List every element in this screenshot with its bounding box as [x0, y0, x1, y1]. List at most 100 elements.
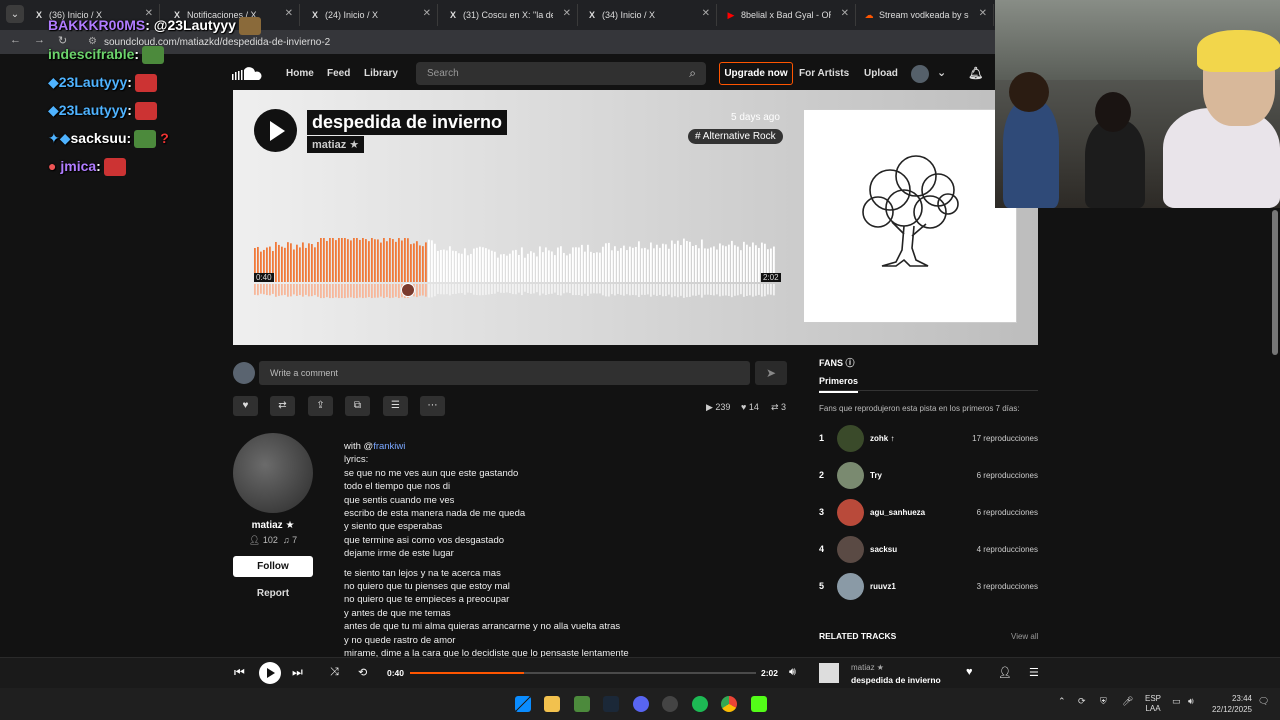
soundcloud-logo-icon[interactable]	[232, 66, 264, 82]
waveform[interactable]	[254, 237, 776, 299]
info-icon[interactable]: ⓘ	[846, 358, 855, 368]
clock[interactable]: 23:44 22/12/2025	[1208, 693, 1252, 715]
fan-row[interactable]: 2 Try 6 reproducciones	[819, 461, 1038, 489]
nav-library[interactable]: Library	[364, 68, 398, 79]
nav-upload[interactable]: Upload	[864, 68, 898, 79]
shuffle-icon[interactable]: ⤨	[330, 666, 339, 679]
fan-name[interactable]: ruuvz1	[870, 582, 896, 591]
player-play-button[interactable]	[259, 662, 281, 684]
waveform-reflection-bar	[572, 284, 574, 296]
browser-tab[interactable]: X (31) Coscu en X: "la de so ✕	[442, 4, 578, 26]
tab-search-button[interactable]: ⌄	[6, 5, 24, 23]
copy-link-button[interactable]: ⧉	[345, 396, 370, 416]
fan-avatar[interactable]	[837, 499, 864, 526]
nav-for-artists[interactable]: For Artists	[799, 68, 849, 79]
speaker-icon[interactable]: 🔊︎	[1188, 696, 1194, 707]
browser-tab[interactable]: X (24) Inicio / X ✕	[304, 4, 438, 26]
artist-name[interactable]: matiaz ★	[233, 520, 313, 531]
microphone-icon[interactable]: 🎤︎	[1122, 696, 1133, 707]
fan-avatar[interactable]	[837, 462, 864, 489]
follow-button[interactable]: Follow	[233, 556, 313, 577]
comment-avatar[interactable]	[401, 283, 415, 297]
play-button[interactable]	[254, 109, 297, 152]
file-explorer-icon[interactable]	[544, 696, 560, 712]
close-icon[interactable]: ✕	[423, 8, 431, 19]
shield-icon[interactable]: ⛨	[1100, 696, 1107, 707]
previous-icon[interactable]: ⏮︎	[234, 665, 245, 680]
fan-name[interactable]: agu_sanhueza	[870, 508, 925, 517]
waveform-bar	[377, 239, 379, 282]
close-icon[interactable]: ✕	[285, 8, 293, 19]
browser-tab[interactable]: ☁ Stream vodkeada by sol ✕	[858, 4, 994, 26]
steam-icon[interactable]	[603, 696, 619, 712]
artist-avatar[interactable]	[233, 433, 313, 513]
chevron-up-icon[interactable]: ⌃	[1058, 696, 1066, 707]
search-icon[interactable]: ⌕	[689, 66, 696, 81]
search-input[interactable]: Search ⌕	[416, 62, 706, 85]
progress-bar[interactable]	[410, 672, 756, 674]
app-icon[interactable]	[574, 696, 590, 712]
like-button[interactable]: ♥	[233, 396, 258, 416]
repeat-icon[interactable]: ⟲	[358, 666, 367, 679]
next-icon[interactable]: ⏭︎	[292, 665, 303, 680]
nav-feed[interactable]: Feed	[327, 68, 350, 79]
queue-icon[interactable]: ☰	[1029, 666, 1039, 679]
collaborator-link[interactable]: frankiwi	[373, 441, 405, 452]
kick-icon[interactable]	[751, 696, 767, 712]
fan-avatar[interactable]	[837, 425, 864, 452]
report-button[interactable]: Report	[233, 588, 313, 599]
waveform-bar	[389, 238, 391, 282]
repost-button[interactable]: ⇄	[270, 396, 295, 416]
fan-row[interactable]: 1 zohk ↑ 17 reproducciones	[819, 424, 1038, 452]
windows-start-icon[interactable]	[515, 696, 531, 712]
add-to-playlist-button[interactable]: ☰	[383, 396, 408, 416]
fan-name[interactable]: sacksu	[870, 545, 897, 554]
chrome-icon[interactable]	[721, 696, 737, 712]
chevron-down-icon[interactable]: ⌄	[937, 66, 946, 79]
player-thumbnail[interactable]	[819, 663, 839, 683]
spotify-icon[interactable]	[692, 696, 708, 712]
waveform-reflection-bar	[497, 284, 499, 292]
discord-icon[interactable]	[633, 696, 649, 712]
view-all-link[interactable]: View all	[1011, 632, 1038, 641]
page-scrollbar[interactable]	[1272, 210, 1278, 355]
close-icon[interactable]: ✕	[841, 8, 849, 19]
clock-date: 22/12/2025	[1211, 705, 1252, 714]
user-avatar[interactable]	[911, 65, 929, 83]
forward-icon[interactable]: →	[34, 34, 45, 46]
sync-icon[interactable]: ⟳	[1078, 696, 1086, 707]
upgrade-button[interactable]: Upgrade now	[719, 62, 793, 85]
more-button[interactable]: ⋯	[420, 396, 445, 416]
nav-home[interactable]: Home	[286, 68, 314, 79]
browser-tab[interactable]: X (34) Inicio / X ✕	[581, 4, 717, 26]
fan-name[interactable]: Try	[870, 471, 882, 480]
comment-input[interactable]: Write a comment	[259, 361, 750, 385]
fan-avatar[interactable]	[837, 536, 864, 563]
close-icon[interactable]: ✕	[563, 8, 571, 19]
waveform-reflection-bar	[449, 284, 451, 296]
send-icon[interactable]: ➤	[755, 361, 787, 385]
language-indicator[interactable]: ESP LAA	[1145, 694, 1161, 714]
notifications-icon[interactable]: 🔔︎	[968, 66, 983, 80]
browser-tab[interactable]: ▶ 8belial x Bad Gyal - ORIL ✕	[720, 4, 856, 26]
share-button[interactable]: ⇪	[308, 396, 333, 416]
fan-row[interactable]: 4 sacksu 4 reproducciones	[819, 535, 1038, 563]
heart-icon[interactable]: ♥	[966, 666, 973, 678]
notification-center-icon[interactable]: 🗨︎	[1258, 696, 1269, 707]
back-icon[interactable]: ←	[10, 34, 21, 46]
volume-icon[interactable]: 🔊︎	[789, 666, 796, 679]
fan-avatar[interactable]	[837, 573, 864, 600]
close-icon[interactable]: ✕	[702, 8, 710, 19]
player-title[interactable]: despedida de invierno	[851, 675, 941, 685]
genre-tag[interactable]: # Alternative Rock	[688, 129, 783, 144]
fan-row[interactable]: 5 ruuvz1 3 reproducciones	[819, 572, 1038, 600]
track-artist[interactable]: matiaz ★	[307, 136, 365, 153]
monitor-icon[interactable]: ▭	[1172, 696, 1181, 707]
fan-name[interactable]: zohk ↑	[870, 434, 894, 443]
waveform-reflection-bar	[368, 284, 370, 298]
close-icon[interactable]: ✕	[979, 8, 987, 19]
player-artist[interactable]: matiaz ★	[851, 663, 884, 672]
fan-row[interactable]: 3 agu_sanhueza 6 reproducciones	[819, 498, 1038, 526]
follow-user-icon[interactable]: 👤︎	[998, 666, 1012, 679]
obs-icon[interactable]	[662, 696, 678, 712]
